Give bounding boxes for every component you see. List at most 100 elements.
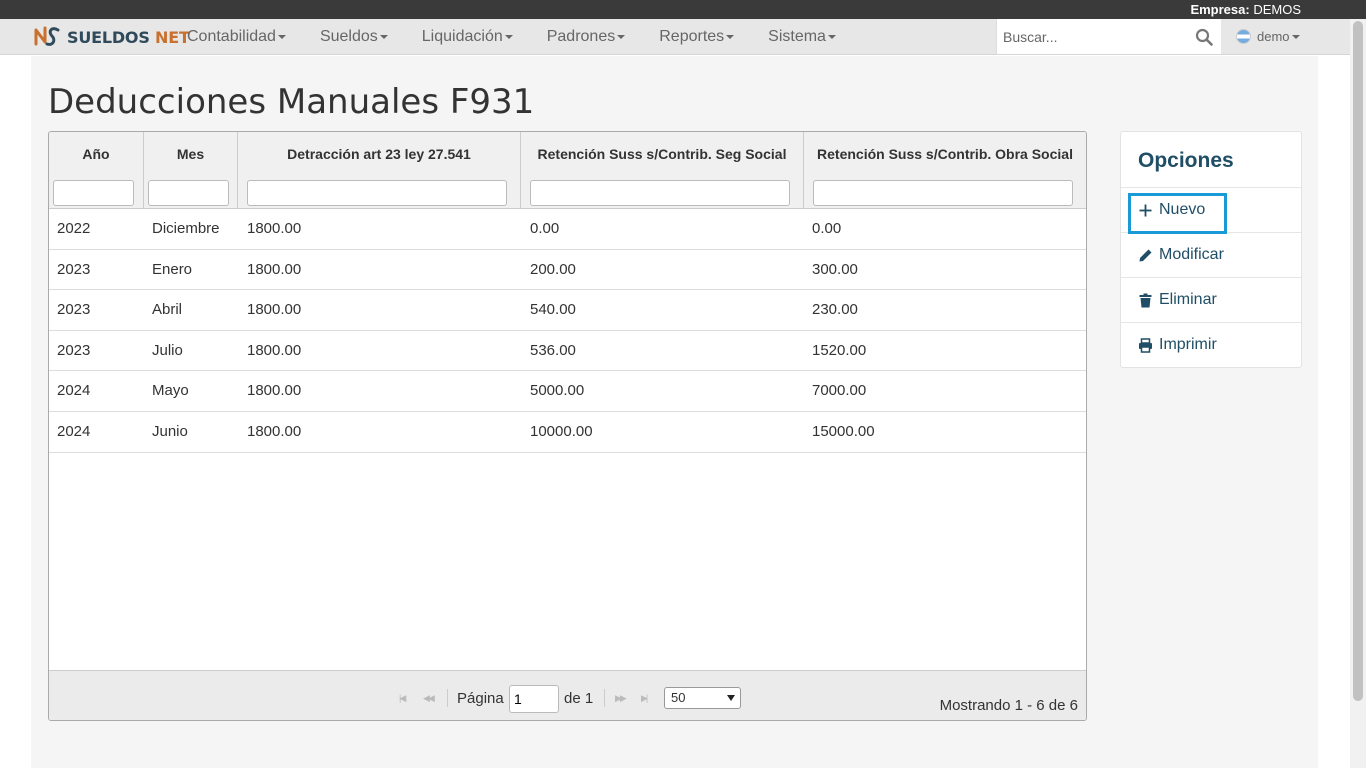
filter-input-detraccion[interactable]	[247, 180, 507, 206]
cell-obra-social: 300.00	[812, 260, 858, 278]
cell-anio: 2023	[57, 301, 91, 319]
company-name: DEMOS	[1253, 2, 1301, 17]
column-header-detraccion[interactable]: Detracción art 23 ley 27.541	[238, 132, 521, 209]
company-label: Empresa:	[1190, 2, 1250, 17]
filter-input-seg-social[interactable]	[530, 180, 790, 206]
filter-input-obra-social[interactable]	[813, 180, 1073, 206]
menu-label: Padrones	[546, 28, 616, 45]
table-row[interactable]: 2023 Abril 1800.00 540.00 230.00	[49, 290, 1086, 331]
next-page-icon[interactable]: ▶▶	[615, 693, 627, 704]
cell-obra-social: 7000.00	[812, 382, 867, 400]
cell-mes: Mayo	[152, 382, 189, 400]
cell-mes: Julio	[152, 341, 183, 359]
new-button[interactable]: Nuevo	[1121, 187, 1301, 232]
column-label: Retención Suss s/Contrib. Seg Social	[537, 146, 787, 162]
option-content: Nuevo	[1138, 201, 1205, 219]
first-page-icon[interactable]: |◀	[399, 693, 406, 704]
flag-icon	[1236, 29, 1251, 44]
cell-mes: Enero	[152, 260, 193, 278]
grid-header: Año Mes Detracción art 23 ley 27.541 Ret…	[49, 132, 1086, 209]
cell-mes: Abril	[152, 301, 183, 319]
cell-detraccion: 1800.00	[247, 341, 302, 359]
cell-seg-social: 5000.00	[530, 382, 585, 400]
cell-seg-social: 540.00	[530, 301, 576, 319]
options-title: Opciones	[1138, 149, 1234, 172]
table-row[interactable]: 2024 Junio 1800.00 10000.00 15000.00	[49, 411, 1086, 453]
search-icon[interactable]	[1195, 28, 1213, 46]
cell-detraccion: 1800.00	[247, 301, 302, 319]
menu-padrones[interactable]: Padrones	[530, 19, 643, 55]
page-scrollbar[interactable]	[1350, 19, 1366, 768]
column-header-obra-social[interactable]: Retención Suss s/Contrib. Obra Social	[804, 132, 1086, 209]
search-input[interactable]	[997, 19, 1187, 54]
plus-icon	[1139, 204, 1152, 216]
table-row[interactable]: 2024 Mayo 1800.00 5000.00 7000.00	[49, 371, 1086, 412]
menu-label: Sistema	[768, 28, 826, 45]
page-title: Deducciones Manuales F931	[48, 82, 535, 122]
option-label: Eliminar	[1159, 291, 1217, 308]
menu-sueldos[interactable]: Sueldos	[303, 19, 405, 55]
menu-contabilidad[interactable]: Contabilidad	[170, 19, 303, 55]
cell-anio: 2023	[57, 341, 91, 359]
brand-logo[interactable]: SUELDOS NET	[33, 24, 190, 50]
menu-label: Liquidación	[421, 28, 503, 45]
last-page-icon[interactable]: ▶|	[641, 693, 648, 704]
option-label: Imprimir	[1159, 336, 1217, 353]
user-name: demo	[1257, 29, 1290, 44]
page-size-select[interactable]: 50	[664, 687, 741, 709]
cell-seg-social: 200.00	[530, 260, 576, 278]
user-menu[interactable]: demo	[1236, 19, 1300, 54]
cell-seg-social: 0.00	[530, 220, 560, 237]
records-count: Mostrando 1 - 6 de 6	[939, 697, 1078, 714]
column-header-seg-social[interactable]: Retención Suss s/Contrib. Seg Social	[521, 132, 804, 209]
pencil-icon	[1139, 249, 1152, 261]
page-number-input[interactable]	[509, 685, 559, 713]
column-label: Año	[82, 146, 110, 162]
cell-anio: 2024	[57, 382, 91, 400]
modify-button[interactable]: Modificar	[1121, 232, 1301, 277]
cell-mes: Diciembre	[152, 220, 220, 237]
cell-anio: 2022	[57, 220, 91, 237]
menu-sistema[interactable]: Sistema	[751, 19, 853, 55]
table-row[interactable]: 2023 Julio 1800.00 536.00 1520.00	[49, 330, 1086, 372]
caret-down-icon	[379, 34, 388, 39]
pager-separator	[447, 689, 448, 707]
navbar: SUELDOS NET Contabilidad Sueldos Liquida…	[0, 19, 1350, 55]
filter-input-anio[interactable]	[53, 180, 134, 206]
filter-input-mes[interactable]	[148, 180, 229, 206]
cell-seg-social: 10000.00	[530, 422, 593, 440]
company-indicator: Empresa: DEMOS	[1190, 2, 1301, 17]
option-content: Imprimir	[1138, 336, 1217, 354]
cell-obra-social: 230.00	[812, 301, 858, 319]
cell-detraccion: 1800.00	[247, 260, 302, 278]
cell-obra-social: 15000.00	[812, 422, 875, 440]
menu-label: Sueldos	[319, 28, 378, 45]
caret-down-icon	[726, 34, 735, 39]
column-header-anio[interactable]: Año	[49, 132, 144, 209]
column-label: Detracción art 23 ley 27.541	[287, 146, 471, 162]
print-button[interactable]: Imprimir	[1121, 322, 1301, 367]
company-bar: Empresa: DEMOS	[0, 0, 1366, 19]
pager-separator	[604, 689, 605, 707]
cell-detraccion: 1800.00	[247, 220, 302, 237]
prev-page-icon[interactable]: ◀◀	[423, 693, 435, 704]
grid-body: 2022 Diciembre 1800.00 0.00 0.00 2023 En…	[49, 209, 1086, 453]
caret-down-icon	[277, 34, 286, 39]
chevron-down-icon	[727, 695, 735, 701]
cell-anio: 2023	[57, 260, 91, 278]
menu-label: Reportes	[659, 28, 725, 45]
table-row[interactable]: 2022 Diciembre 1800.00 0.00 0.00	[49, 209, 1086, 250]
caret-down-icon	[504, 34, 513, 39]
trash-icon	[1139, 293, 1152, 307]
search-box	[996, 19, 1221, 54]
column-header-mes[interactable]: Mes	[144, 132, 238, 209]
table-row[interactable]: 2023 Enero 1800.00 200.00 300.00	[49, 249, 1086, 291]
data-grid: Año Mes Detracción art 23 ley 27.541 Ret…	[48, 131, 1087, 721]
menu-liquidacion[interactable]: Liquidación	[405, 19, 530, 55]
caret-down-icon	[827, 34, 836, 39]
menu-reportes[interactable]: Reportes	[642, 19, 751, 55]
cell-obra-social: 1520.00	[812, 341, 867, 359]
page-size-value: 50	[671, 690, 686, 705]
scrollbar-thumb[interactable]	[1353, 21, 1363, 701]
delete-button[interactable]: Eliminar	[1121, 277, 1301, 322]
